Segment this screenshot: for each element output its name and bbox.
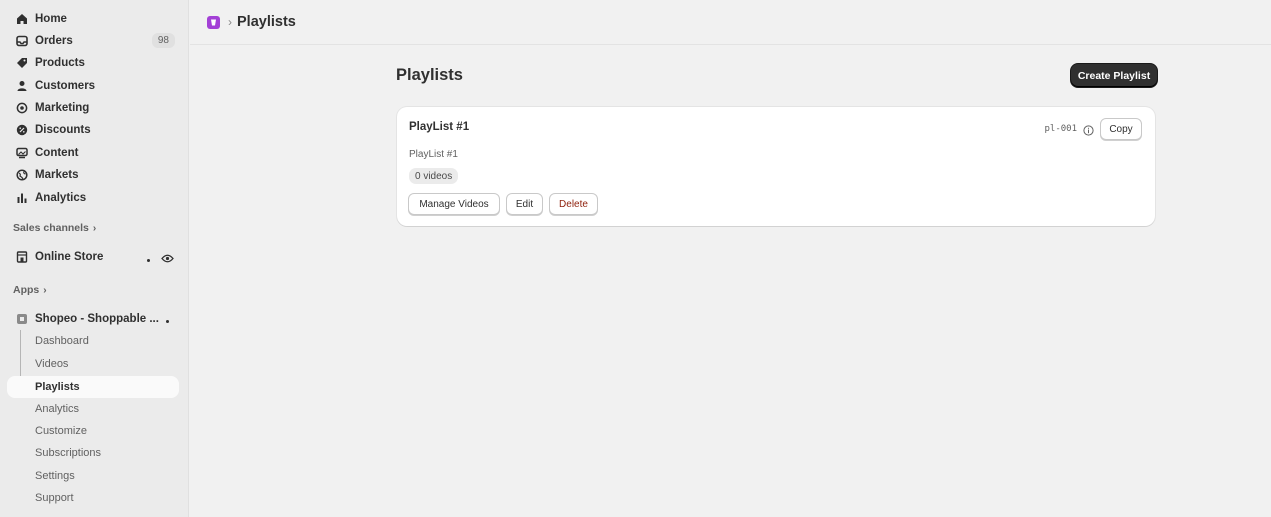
nav-item-customers[interactable]: Customers [7, 75, 179, 97]
video-count-badge: 0 videos [409, 168, 459, 184]
status-dot [166, 320, 169, 323]
sub-item-settings[interactable]: Settings [7, 465, 179, 487]
nav-label: Home [35, 13, 67, 25]
sub-item-subscriptions[interactable]: Subscriptions [7, 442, 179, 464]
nav-item-analytics[interactable]: Analytics [7, 187, 179, 209]
orders-count-badge: 98 [151, 33, 175, 48]
nav-label: Content [35, 147, 79, 159]
nav-label: Orders [35, 35, 73, 47]
person-icon [15, 80, 28, 93]
sub-item-label: Videos [35, 358, 69, 370]
delete-button[interactable]: Delete [549, 193, 598, 215]
sub-item-dashboard[interactable]: Dashboard [7, 330, 179, 352]
sub-item-label: Playlists [35, 381, 80, 393]
manage-videos-button[interactable]: Manage Videos [408, 193, 500, 215]
nav-label: Discounts [35, 124, 91, 136]
playlist-id: pl-001 [1044, 124, 1077, 134]
sub-item-playlists[interactable]: Playlists [7, 376, 179, 398]
sub-item-label: Analytics [35, 403, 80, 415]
page-title: Playlists [396, 66, 463, 84]
apps-label: Apps [13, 284, 40, 296]
target-icon [15, 102, 28, 115]
sub-item-label: Support [35, 492, 74, 504]
nav-item-online-store[interactable]: Online Store [7, 246, 179, 268]
nav-label: Analytics [35, 192, 87, 204]
home-icon [15, 13, 28, 26]
globe-icon [15, 169, 28, 182]
info-icon[interactable] [1083, 124, 1094, 136]
nav-item-marketing[interactable]: Marketing [7, 97, 179, 119]
playlist-description: PlayList #1 [409, 149, 458, 160]
chevron-right-icon: › [92, 222, 97, 234]
nav-item-markets[interactable]: Markets [7, 164, 179, 186]
apps-heading[interactable]: Apps › [13, 284, 47, 296]
sub-item-customize[interactable]: Customize [7, 420, 179, 442]
content-icon [15, 147, 28, 160]
sales-channels-heading[interactable]: Sales channels › [13, 222, 96, 234]
nav-label: Markets [35, 169, 79, 181]
nav-item-discounts[interactable]: Discounts [7, 119, 179, 141]
sub-item-label: Dashboard [35, 335, 89, 347]
nav-item-products[interactable]: Products [7, 52, 179, 74]
playlist-card: PlayList #1 pl-001 Copy PlayList #1 0 vi… [397, 107, 1155, 226]
app-logo-icon[interactable] [207, 15, 220, 29]
inbox-icon [15, 35, 28, 48]
nav-item-orders[interactable]: Orders 98 [7, 30, 179, 52]
nav-label: Online Store [35, 251, 104, 263]
nav-item-content[interactable]: Content [7, 142, 179, 164]
sub-item-support[interactable]: Support [7, 487, 179, 509]
nav-label: Customers [35, 80, 96, 92]
app-name-label: Shopeo - Shoppable ... [35, 313, 159, 325]
copy-button[interactable]: Copy [1100, 118, 1142, 140]
chevron-right-icon: › [43, 284, 47, 296]
breadcrumb-title: Playlists [237, 14, 296, 30]
nav-item-home[interactable]: Home [7, 8, 179, 30]
sidebar: Home Orders 98 Products Customers Market… [0, 0, 189, 517]
create-playlist-button[interactable]: Create Playlist [1071, 64, 1157, 87]
sub-item-label: Settings [35, 470, 75, 482]
nav-label: Products [35, 57, 85, 69]
edit-button[interactable]: Edit [506, 193, 543, 215]
sub-item-analytics[interactable]: Analytics [7, 398, 179, 420]
playlist-title: PlayList #1 [409, 121, 470, 133]
status-dot [147, 259, 150, 262]
sub-item-label: Subscriptions [35, 447, 102, 459]
sub-item-label: Customize [35, 425, 87, 437]
sub-item-videos[interactable]: Videos [7, 353, 179, 375]
nav-label: Marketing [35, 102, 90, 114]
tag-icon [15, 57, 28, 70]
sales-channels-label: Sales channels [13, 222, 89, 234]
store-icon [15, 251, 28, 264]
top-bar: › Playlists [190, 0, 1271, 45]
nav-item-shopeo-app[interactable]: Shopeo - Shoppable ... [7, 308, 179, 330]
eye-icon[interactable] [161, 252, 174, 263]
app-icon [15, 313, 28, 326]
breadcrumb-separator: › [228, 15, 232, 29]
discount-icon [15, 124, 28, 137]
bar-chart-icon [15, 192, 28, 205]
